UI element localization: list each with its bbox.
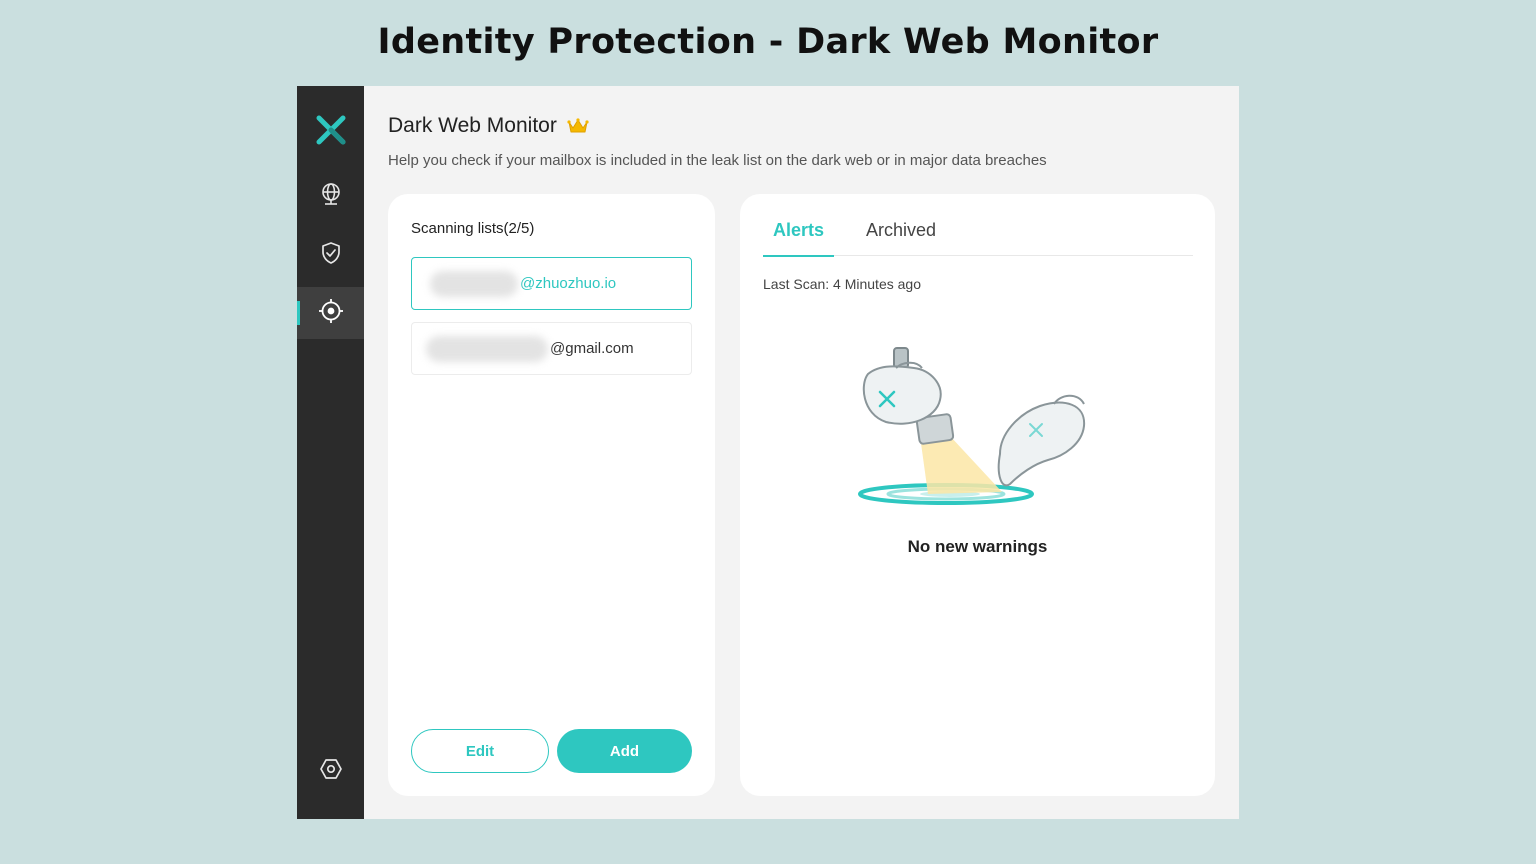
blurred-email-username — [430, 270, 518, 297]
tab-archived[interactable]: Archived — [866, 220, 936, 256]
scanning-list-card: Scanning lists(2/5) @zhuozhuo.io @gmail.… — [388, 194, 715, 796]
target-icon — [318, 298, 344, 329]
alerts-card: Alerts Archived Last Scan: 4 Minutes ago — [740, 194, 1215, 796]
sidebar-item-network[interactable] — [297, 170, 364, 222]
email-domain: @gmail.com — [550, 340, 634, 357]
sidebar-item-dark-web-monitor[interactable] — [297, 287, 364, 339]
x-logo-icon[interactable] — [313, 112, 349, 148]
shield-check-icon — [319, 241, 343, 270]
email-list-item[interactable]: @zhuozhuo.io — [411, 257, 692, 310]
tab-alerts[interactable]: Alerts — [762, 220, 835, 257]
globe-icon — [319, 182, 343, 211]
email-list-item[interactable]: @gmail.com — [411, 322, 692, 375]
flashlight-gloves-illustration — [850, 344, 1110, 514]
page-subtitle: Help you check if your mailbox is includ… — [388, 152, 1047, 169]
main-content: Dark Web Monitor Help you check if your … — [364, 86, 1239, 819]
sidebar-item-settings[interactable] — [297, 745, 364, 797]
title-text: Dark Web Monitor — [388, 114, 557, 137]
last-scan-status: Last Scan: 4 Minutes ago — [763, 276, 921, 292]
sidebar — [297, 86, 364, 819]
sidebar-item-protection[interactable] — [297, 229, 364, 281]
alerts-tabs: Alerts Archived — [762, 194, 1193, 257]
crown-icon — [567, 117, 589, 135]
scanning-list-title: Scanning lists(2/5) — [411, 220, 535, 237]
blurred-email-username — [426, 335, 548, 362]
page-heading: Identity Protection - Dark Web Monitor — [377, 22, 1159, 62]
empty-state-message: No new warnings — [907, 537, 1048, 556]
settings-icon — [319, 757, 343, 786]
page-title: Dark Web Monitor — [388, 114, 589, 138]
app-window: Dark Web Monitor Help you check if your … — [297, 86, 1239, 819]
email-domain: @zhuozhuo.io — [520, 275, 617, 292]
add-button[interactable]: Add — [557, 729, 692, 773]
edit-button[interactable]: Edit — [411, 729, 549, 773]
